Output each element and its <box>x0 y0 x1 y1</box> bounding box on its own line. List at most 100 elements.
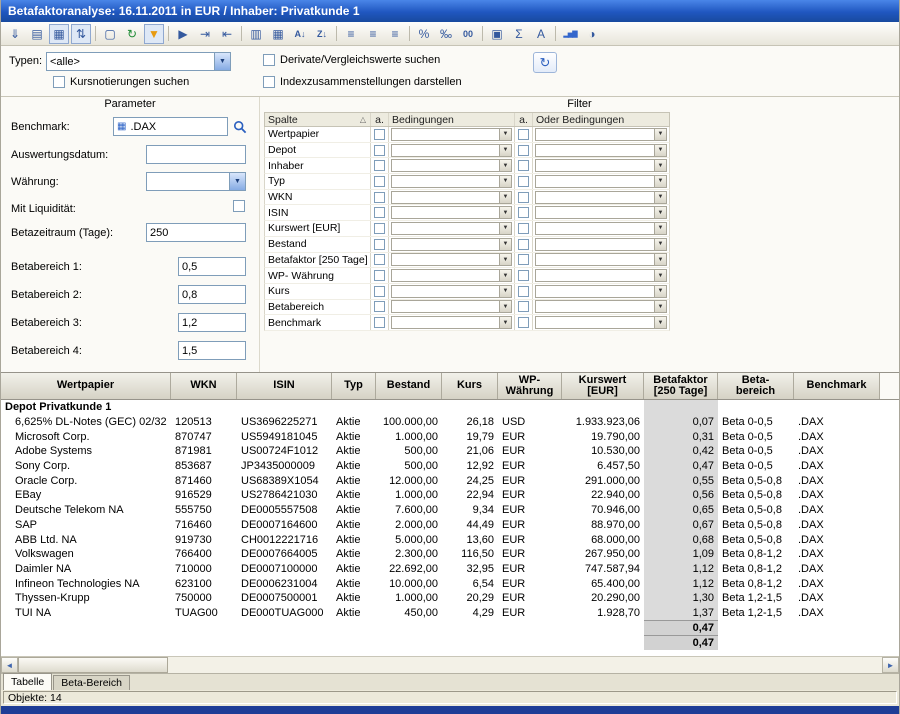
filter-icon[interactable]: ▼ <box>144 24 164 44</box>
filter-bedingung-select[interactable]: ▼ <box>391 269 512 282</box>
column-header-kurs[interactable]: Kurs <box>442 373 498 399</box>
table-row[interactable]: Infineon Technologies NA 623100 DE000623… <box>1 576 899 591</box>
betazeitraum-input[interactable] <box>146 223 246 242</box>
filter-bedingung-select[interactable]: ▼ <box>391 238 512 251</box>
column-header-benchmark[interactable]: Benchmark <box>794 373 880 399</box>
pie-chart-icon[interactable]: ◑ <box>582 24 602 44</box>
liquiditaet-checkbox[interactable] <box>233 200 245 212</box>
filter-and-checkbox[interactable] <box>374 317 385 328</box>
table-row[interactable]: TUI NA TUAG00 DE000TUAG000 Aktie 450,00 … <box>1 606 899 621</box>
filter-and-checkbox[interactable] <box>374 223 385 234</box>
benchmark-search-button[interactable] <box>230 117 250 136</box>
auswertungsdatum-input[interactable] <box>146 145 246 164</box>
filter-or-checkbox[interactable] <box>518 301 529 312</box>
bar-chart-icon[interactable]: ▂▅▇ <box>560 24 580 44</box>
filter-and-checkbox[interactable] <box>374 301 385 312</box>
filter-bedingung-select[interactable]: ▼ <box>391 206 512 219</box>
betabereich-1-input[interactable] <box>178 257 246 276</box>
filter-and-checkbox[interactable] <box>374 176 385 187</box>
filter-and-checkbox[interactable] <box>374 286 385 297</box>
filter-and-checkbox[interactable] <box>374 254 385 265</box>
waehrung-select[interactable]: ▼ <box>146 172 246 191</box>
table-row[interactable]: Deutsche Telekom NA 555750 DE0005557508 … <box>1 503 899 518</box>
align-left-icon[interactable]: ≡ <box>341 24 361 44</box>
column-header-betafaktor[interactable]: Betafaktor [250 Tage] <box>644 373 718 399</box>
filter-and-checkbox[interactable] <box>374 192 385 203</box>
insert-column-icon[interactable]: ▥ <box>246 24 266 44</box>
align-center-icon[interactable]: ≡ <box>363 24 383 44</box>
column-header-isin[interactable]: ISIN <box>237 373 332 399</box>
font-icon[interactable]: A <box>531 24 551 44</box>
group-icon[interactable]: ▣ <box>487 24 507 44</box>
filter-or-checkbox[interactable] <box>518 317 529 328</box>
filter-bedingung-select[interactable]: ▼ <box>391 128 512 141</box>
derivate-checkbox[interactable] <box>263 54 275 66</box>
refresh-icon[interactable]: ↻ <box>122 24 142 44</box>
scroll-right-button[interactable]: ► <box>882 657 899 673</box>
filter-bedingung-select[interactable]: ▼ <box>391 316 512 329</box>
filter-bedingung-select[interactable]: ▼ <box>391 175 512 188</box>
column-header-wp-waehrung[interactable]: WP- Währung <box>498 373 562 399</box>
table-row[interactable]: Daimler NA 710000 DE0007100000 Aktie 22.… <box>1 562 899 577</box>
tab-tabelle[interactable]: Tabelle <box>3 673 52 690</box>
betabereich-4-input[interactable] <box>178 341 246 360</box>
filter-oder-select[interactable]: ▼ <box>535 159 667 172</box>
table-row[interactable]: EBay 916529 US2786421030 Aktie 1.000,00 … <box>1 488 899 503</box>
filter-bedingung-select[interactable]: ▼ <box>391 191 512 204</box>
filter-or-checkbox[interactable] <box>518 160 529 171</box>
filter-and-checkbox[interactable] <box>374 145 385 156</box>
new-window-icon[interactable]: ▢ <box>100 24 120 44</box>
scrollbar-track[interactable] <box>18 657 882 673</box>
export-table-icon[interactable]: ⇓ <box>5 24 25 44</box>
table-row[interactable]: Microsoft Corp. 870747 US5949181045 Akti… <box>1 429 899 444</box>
filter-and-checkbox[interactable] <box>374 160 385 171</box>
table-row[interactable]: Sony Corp. 853687 JP3435000009 Aktie 500… <box>1 459 899 474</box>
filter-bedingung-select[interactable]: ▼ <box>391 253 512 266</box>
column-header-kurswert[interactable]: Kurswert [EUR] <box>562 373 644 399</box>
betabereich-2-input[interactable] <box>178 285 246 304</box>
sum-icon[interactable]: Σ <box>509 24 529 44</box>
filter-or-checkbox[interactable] <box>518 192 529 203</box>
filter-bedingung-select[interactable]: ▼ <box>391 300 512 313</box>
column-header-wertpapier[interactable]: Wertpapier <box>1 373 171 399</box>
table-row[interactable]: Oracle Corp. 871460 US68389X1054 Aktie 1… <box>1 473 899 488</box>
step-forward-icon[interactable]: ⇥ <box>195 24 215 44</box>
horizontal-scrollbar[interactable]: ◄ ► <box>1 656 899 673</box>
filter-or-checkbox[interactable] <box>518 176 529 187</box>
filter-or-checkbox[interactable] <box>518 239 529 250</box>
kursnotierungen-checkbox[interactable] <box>53 76 65 88</box>
filter-oder-select[interactable]: ▼ <box>535 206 667 219</box>
filter-or-checkbox[interactable] <box>518 223 529 234</box>
filter-oder-select[interactable]: ▼ <box>535 285 667 298</box>
column-header-wkn[interactable]: WKN <box>171 373 237 399</box>
chart-view-icon[interactable]: ▦ <box>49 24 69 44</box>
betabereich-3-input[interactable] <box>178 313 246 332</box>
filter-oder-select[interactable]: ▼ <box>535 128 667 141</box>
percent-icon[interactable]: % <box>414 24 434 44</box>
copy-table-icon[interactable]: ▤ <box>27 24 47 44</box>
filter-and-checkbox[interactable] <box>374 239 385 250</box>
column-header-typ[interactable]: Typ <box>332 373 376 399</box>
scroll-left-button[interactable]: ◄ <box>1 657 18 673</box>
align-right-icon[interactable]: ≡ <box>385 24 405 44</box>
filter-or-checkbox[interactable] <box>518 207 529 218</box>
remove-decimal-icon[interactable]: 00 <box>458 24 478 44</box>
filter-oder-select[interactable]: ▼ <box>535 144 667 157</box>
sort-ascending-icon[interactable]: A↓ <box>290 24 310 44</box>
column-header-bestand[interactable]: Bestand <box>376 373 442 399</box>
filter-or-checkbox[interactable] <box>518 145 529 156</box>
filter-and-checkbox[interactable] <box>374 270 385 281</box>
benchmark-field[interactable]: ▦ .DAX <box>113 117 228 136</box>
filter-oder-select[interactable]: ▼ <box>535 269 667 282</box>
filter-header-spalte[interactable]: Spalte △ <box>265 113 371 126</box>
scrollbar-thumb[interactable] <box>18 657 168 673</box>
table-row[interactable]: Adobe Systems 871981 US00724F1012 Aktie … <box>1 444 899 459</box>
typen-select[interactable]: <alle> ▼ <box>46 52 231 71</box>
table-row[interactable]: ABB Ltd. NA 919730 CH0012221716 Aktie 5.… <box>1 532 899 547</box>
table-row[interactable]: SAP 716460 DE0007164600 Aktie 2.000,00 4… <box>1 518 899 533</box>
filter-and-checkbox[interactable] <box>374 129 385 140</box>
add-decimal-icon[interactable]: ‰ <box>436 24 456 44</box>
run-icon[interactable]: ▶ <box>173 24 193 44</box>
filter-or-checkbox[interactable] <box>518 270 529 281</box>
filter-oder-select[interactable]: ▼ <box>535 175 667 188</box>
